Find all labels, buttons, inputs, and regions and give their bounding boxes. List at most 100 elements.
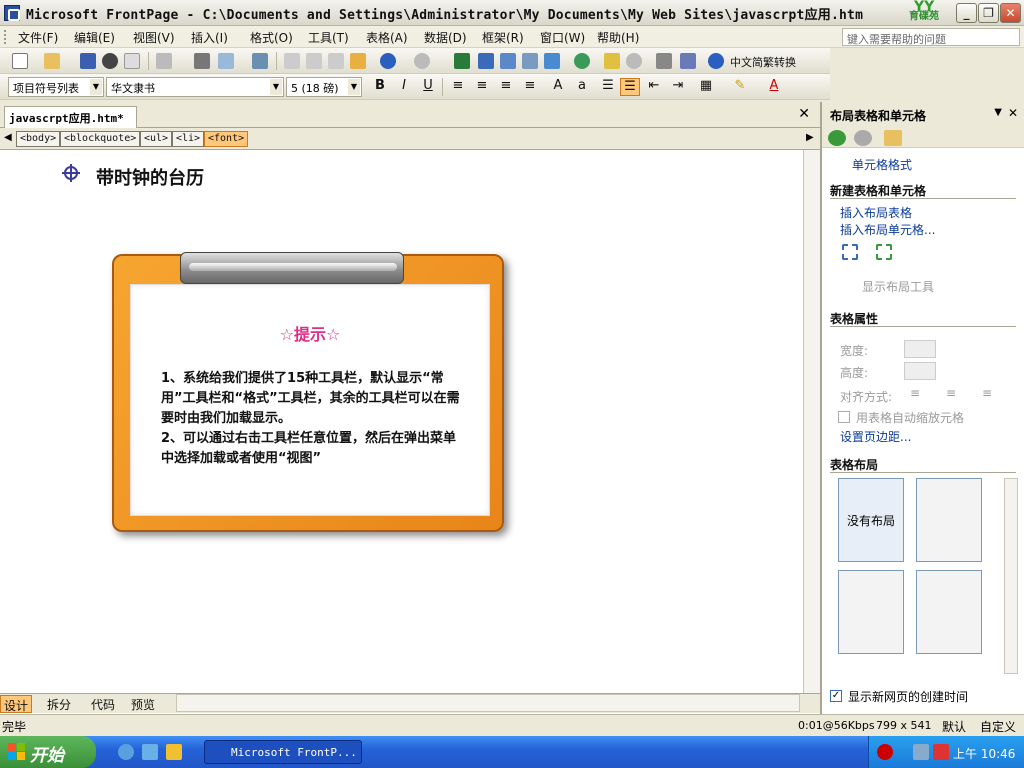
menu-table[interactable]: 表格(A) (366, 29, 408, 46)
increase-font-icon[interactable]: A (548, 78, 568, 96)
bullets-icon[interactable]: ☰ (620, 78, 640, 96)
stop-icon[interactable] (626, 53, 642, 69)
print-preview-icon[interactable] (218, 53, 234, 69)
bold-button[interactable]: B (370, 78, 390, 96)
layout-option-blank[interactable] (916, 478, 982, 562)
draw-layout-cell-icon[interactable] (876, 244, 892, 260)
forward-icon[interactable] (854, 130, 872, 146)
draw-layout-table-icon[interactable] (842, 244, 858, 260)
font-size-dropdown[interactable]: 5 (18 磅) ▼ (286, 77, 362, 97)
help-search-input[interactable]: 键入需要帮助的问题 (842, 28, 1020, 46)
set-margins-link[interactable]: 设置页边距... (840, 428, 911, 445)
align-right-icon[interactable]: ≡ (496, 78, 516, 96)
tray-icon[interactable] (933, 744, 949, 760)
cell-format-link[interactable]: 单元格格式 (852, 156, 912, 173)
minimize-button[interactable]: _ (956, 3, 977, 23)
tray-icon[interactable] (913, 744, 929, 760)
pane-dropdown-icon[interactable]: ▼ (994, 107, 1002, 118)
insert-table-icon[interactable] (478, 53, 494, 69)
tab-split[interactable]: 拆分 (44, 695, 74, 713)
tag-blockquote[interactable]: <blockquote> (60, 131, 141, 147)
align-center-icon[interactable]: ≡ (472, 78, 492, 96)
chinese-convert-button[interactable]: 中文简繁转换 (730, 54, 796, 70)
start-button[interactable]: 开始 (0, 736, 96, 768)
tag-scroll-left-icon[interactable]: ◀ (4, 132, 12, 143)
layout-option-sidebar[interactable] (916, 570, 982, 654)
menu-tools[interactable]: 工具(T) (308, 29, 349, 46)
quicklaunch-icon[interactable] (166, 744, 182, 760)
print-icon[interactable] (194, 53, 210, 69)
refresh-icon[interactable] (604, 53, 620, 69)
copy-icon[interactable] (306, 53, 322, 69)
outlook-icon[interactable] (142, 744, 158, 760)
autoscale-checkbox[interactable] (838, 411, 850, 423)
document-tab[interactable]: javascrpt应用.htm* (4, 106, 137, 128)
highlight-icon[interactable]: ✎ (730, 78, 750, 96)
menu-edit[interactable]: 编辑(E) (74, 29, 115, 46)
italic-button[interactable]: I (394, 78, 414, 96)
align-left-icon[interactable]: ≡ (448, 78, 468, 96)
numbering-icon[interactable]: ☰ (598, 78, 618, 96)
tab-code[interactable]: 代码 (88, 695, 118, 713)
design-canvas[interactable]: 带时钟的台历 ☆提示☆ 1、系统给我们提供了15种工具栏，默认显示“常用”工具栏… (0, 150, 803, 693)
close-document-icon[interactable]: ✕ (798, 106, 810, 122)
layout-option-columns[interactable] (838, 570, 904, 654)
height-field[interactable] (904, 362, 936, 380)
taskbar-frontpage-item[interactable]: Microsoft FrontP... (204, 740, 362, 764)
menu-insert[interactable]: 插入(I) (191, 29, 228, 46)
align-center-icon[interactable]: ≡ (946, 386, 956, 400)
mode-default[interactable]: 默认 (942, 718, 966, 735)
font-dropdown[interactable]: 华文隶书 ▼ (106, 77, 284, 97)
tag-li[interactable]: <li> (172, 131, 205, 147)
tag-body[interactable]: <body> (16, 131, 61, 147)
tab-design[interactable]: 设计 (0, 695, 33, 713)
borders-icon[interactable]: ▦ (696, 78, 716, 96)
open-folder-icon[interactable] (44, 53, 60, 69)
menu-window[interactable]: 窗口(W) (540, 29, 585, 46)
justify-icon[interactable]: ≡ (520, 78, 540, 96)
restore-button[interactable]: ❐ (978, 3, 999, 23)
tag-ul[interactable]: <ul> (140, 131, 173, 147)
horizontal-scrollbar[interactable] (176, 694, 800, 712)
drawing-icon[interactable] (544, 53, 560, 69)
help-question-icon[interactable] (708, 53, 724, 69)
layout-none[interactable]: 没有布局 (838, 478, 904, 562)
insert-layout-cell-link[interactable]: 插入布局单元格... (840, 221, 935, 238)
insert-picture-icon[interactable] (522, 53, 538, 69)
menu-frames[interactable]: 框架(R) (482, 29, 524, 46)
show-layout-tool[interactable]: 显示布局工具 (862, 278, 934, 295)
undo-icon[interactable] (380, 53, 396, 69)
tray-icon[interactable] (877, 744, 893, 760)
width-field[interactable] (904, 340, 936, 358)
search-icon[interactable] (102, 53, 118, 69)
menu-data[interactable]: 数据(D) (424, 29, 467, 46)
spelling-icon[interactable] (252, 53, 268, 69)
redo-icon[interactable] (414, 53, 430, 69)
show-formatting-icon[interactable] (656, 53, 672, 69)
decrease-indent-icon[interactable]: ⇤ (644, 78, 664, 96)
show-date-checkbox[interactable]: ✓ (830, 690, 842, 702)
home-icon[interactable] (884, 130, 902, 146)
hyperlink-icon[interactable] (574, 53, 590, 69)
save-icon[interactable] (80, 53, 96, 69)
close-pane-icon[interactable]: ✕ (1008, 106, 1018, 120)
clock[interactable]: 上午 10:46 (953, 745, 1015, 762)
back-icon[interactable] (828, 130, 846, 146)
menu-help[interactable]: 帮助(H) (597, 29, 639, 46)
style-dropdown[interactable]: 项目符号列表 ▼ (8, 77, 104, 97)
paste-icon[interactable] (328, 53, 344, 69)
tag-scroll-right-icon[interactable]: ▶ (806, 132, 814, 143)
menu-view[interactable]: 视图(V) (133, 29, 175, 46)
insert-web-component-icon[interactable] (454, 53, 470, 69)
close-button[interactable]: ✕ (1000, 3, 1021, 23)
tag-font[interactable]: <font> (204, 131, 249, 147)
insert-layout-table-link[interactable]: 插入布局表格 (840, 204, 912, 221)
ie-icon[interactable] (118, 744, 134, 760)
underline-button[interactable]: U (418, 78, 438, 96)
increase-indent-icon[interactable]: ⇥ (668, 78, 688, 96)
format-painter-icon[interactable] (350, 53, 366, 69)
layout-scrollbar[interactable] (1004, 478, 1018, 674)
menu-format[interactable]: 格式(O) (250, 29, 293, 46)
page-heading[interactable]: 带时钟的台历 (96, 164, 204, 190)
frontpage-app-icon[interactable] (4, 5, 20, 21)
